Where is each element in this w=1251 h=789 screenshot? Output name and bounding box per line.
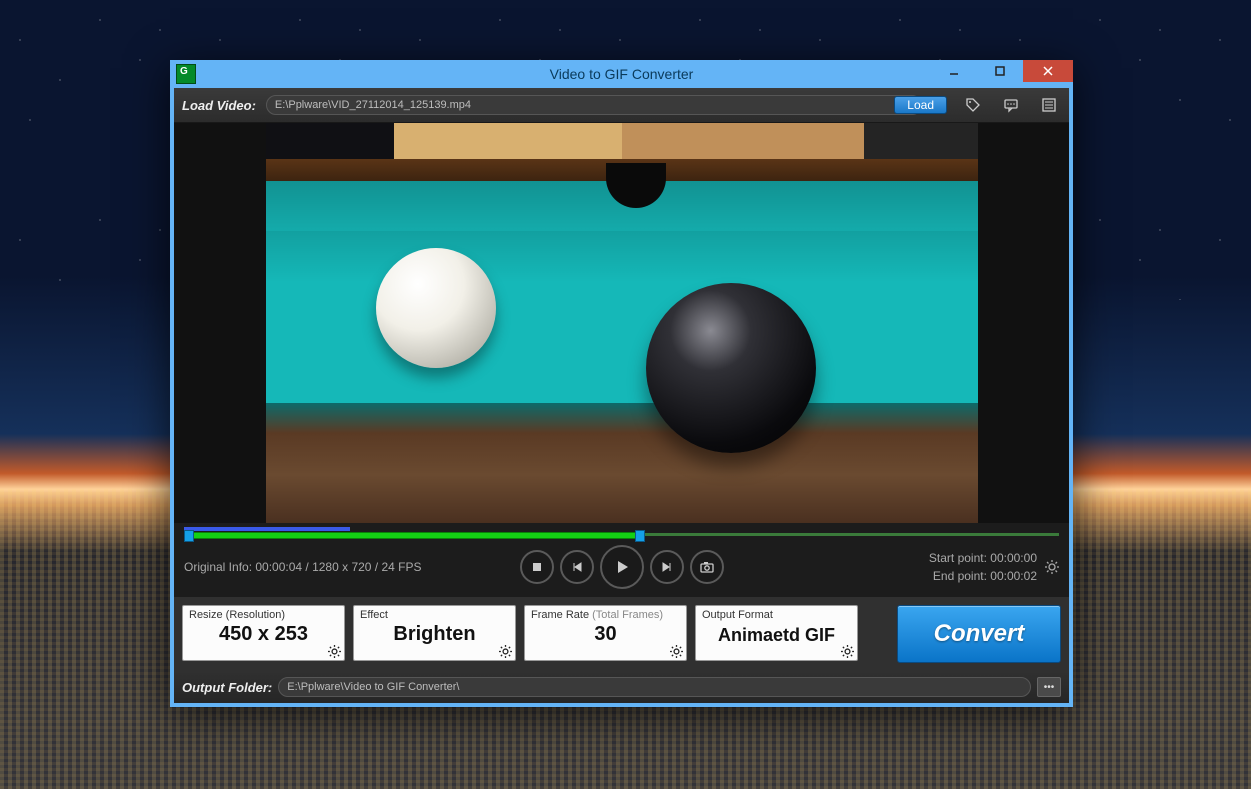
preview-eight-ball [646,283,816,453]
resize-label: Resize (Resolution) [189,609,338,621]
desktop-background: Video to GIF Converter Load Video: E:\Pp… [0,0,1251,789]
minimize-button[interactable] [931,60,977,82]
end-point-label: End point: [933,569,987,583]
framerate-label-sub: (Total Frames) [592,609,663,621]
prev-frame-button[interactable] [560,550,594,584]
end-point-row: End point: 00:00:02 [929,567,1037,585]
browse-button[interactable]: ••• [1037,677,1061,697]
output-format-card[interactable]: Output Format Animaetd GIF [695,605,858,661]
video-preview[interactable] [266,123,978,523]
snapshot-button[interactable] [690,550,724,584]
load-video-label: Load Video: [182,98,260,113]
preview-floor [266,403,978,523]
start-point-value: 00:00:00 [990,551,1037,565]
output-folder-text: E:\Pplware\Video to GIF Converter\ [287,681,459,693]
preview-pocket [606,163,666,208]
framerate-card[interactable]: Frame Rate (Total Frames) 30 [524,605,687,661]
timeline-area [174,523,1069,543]
convert-button[interactable]: Convert [897,605,1061,663]
video-path-input[interactable]: E:\Pplware\VID_27112014_125139.mp4 [266,95,922,115]
original-info-text: Original Info: 00:00:04 / 1280 x 720 / 2… [184,560,422,574]
effect-label: Effect [360,609,509,621]
resize-value: 450 x 253 [189,623,338,646]
load-button[interactable]: Load [894,96,947,114]
gear-icon [670,645,683,658]
start-point-row: Start point: 00:00:00 [929,549,1037,567]
resize-card[interactable]: Resize (Resolution) 450 x 253 [182,605,345,661]
timeline-selection [184,532,641,539]
list-icon[interactable] [1037,94,1061,116]
close-button[interactable] [1023,60,1073,82]
play-button[interactable] [600,545,644,589]
timeline-start-handle[interactable] [184,530,194,542]
preview-cue-ball [376,248,496,368]
trim-settings-icon[interactable] [1045,560,1059,574]
next-frame-button[interactable] [650,550,684,584]
start-point-label: Start point: [929,551,987,565]
effect-card[interactable]: Effect Brighten [353,605,516,661]
tag-icon[interactable] [961,94,985,116]
titlebar[interactable]: Video to GIF Converter [170,60,1073,88]
gear-icon [841,645,854,658]
client-area: Load Video: E:\Pplware\VID_27112014_1251… [174,88,1069,703]
app-window: Video to GIF Converter Load Video: E:\Pp… [170,60,1073,707]
output-folder-label: Output Folder: [182,680,272,695]
settings-row: Resize (Resolution) 450 x 253 Effect Bri… [174,597,1069,671]
framerate-label-main: Frame Rate [531,609,589,621]
timeline-playhead [184,527,350,531]
gear-icon [499,645,512,658]
preview-backwall [266,123,978,159]
output-format-label: Output Format [702,609,851,621]
stop-button[interactable] [520,550,554,584]
video-path-text: E:\Pplware\VID_27112014_125139.mp4 [275,99,471,111]
framerate-value: 30 [531,623,680,646]
output-folder-bar: Output Folder: E:\Pplware\Video to GIF C… [174,671,1069,703]
window-controls [931,60,1073,82]
controls-row: Original Info: 00:00:04 / 1280 x 720 / 2… [174,543,1069,597]
framerate-label: Frame Rate (Total Frames) [531,609,680,621]
effect-value: Brighten [360,623,509,646]
comment-icon[interactable] [999,94,1023,116]
timeline-end-handle[interactable] [635,530,645,542]
maximize-button[interactable] [977,60,1023,82]
output-format-value: Animaetd GIF [702,625,851,646]
load-video-bar: Load Video: E:\Pplware\VID_27112014_1251… [174,88,1069,123]
timeline[interactable] [184,527,1059,541]
playback-controls [520,545,724,589]
trim-points: Start point: 00:00:00 End point: 00:00:0… [929,549,1059,585]
gear-icon [328,645,341,658]
output-folder-input[interactable]: E:\Pplware\Video to GIF Converter\ [278,677,1031,697]
video-preview-area [174,123,1069,523]
end-point-value: 00:00:02 [990,569,1037,583]
